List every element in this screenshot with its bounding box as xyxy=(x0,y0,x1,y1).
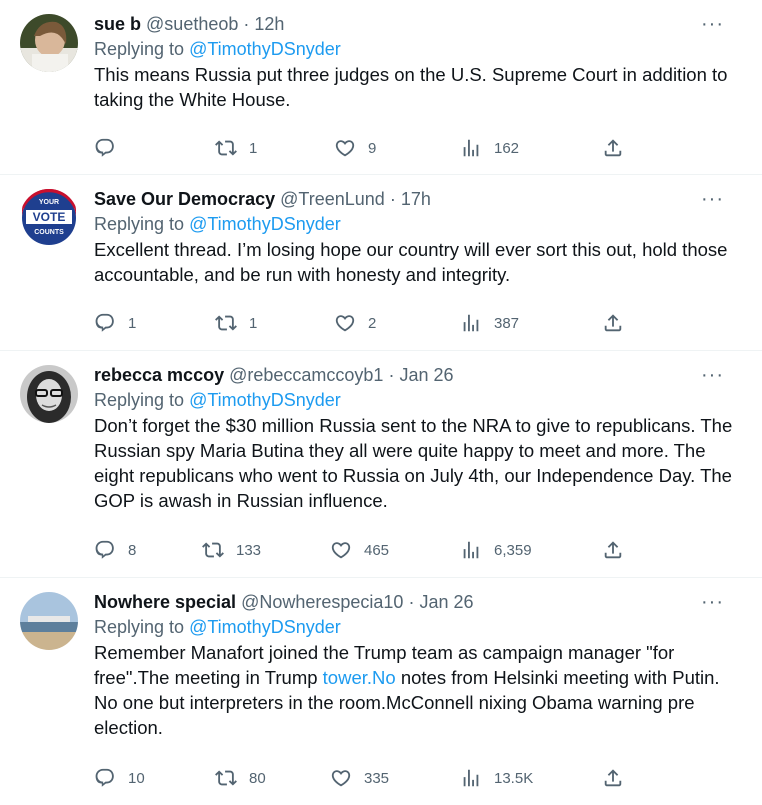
avatar-text-bottom: COUNTS xyxy=(34,229,64,236)
share-icon xyxy=(602,539,624,561)
reply-button[interactable]: 8 xyxy=(94,538,136,562)
avatar[interactable] xyxy=(20,14,78,72)
retweet-icon xyxy=(215,767,237,789)
reply-icon xyxy=(94,137,116,159)
avatar[interactable] xyxy=(20,592,78,650)
avatar-text-top: YOUR xyxy=(39,199,59,206)
heart-icon xyxy=(330,767,352,789)
replying-to-link[interactable]: @TimothyDSnyder xyxy=(189,617,341,637)
views-button[interactable]: 13.5K xyxy=(460,766,533,790)
replying-to-link[interactable]: @TimothyDSnyder xyxy=(189,390,341,410)
views-chart-icon xyxy=(460,539,482,561)
view-count: 387 xyxy=(494,314,520,332)
tweet[interactable]: ··· rebecca mccoy @rebeccamccoyb1 · Jan … xyxy=(0,351,762,578)
tweet[interactable]: YOUR VOTE COUNTS ··· Save Our Democracy … xyxy=(0,175,762,351)
avatar[interactable]: YOUR VOTE COUNTS xyxy=(20,189,78,247)
separator-dot: · xyxy=(243,14,250,34)
timestamp[interactable]: 17h xyxy=(401,189,431,209)
user-handle[interactable]: @TreenLund xyxy=(280,189,385,209)
retweet-button[interactable]: 80 xyxy=(215,766,266,790)
action-bar: 1 1 2 387 xyxy=(94,311,634,335)
tweet-text: Remember Manafort joined the Trump team … xyxy=(94,640,742,740)
retweet-icon xyxy=(215,137,237,159)
retweet-icon xyxy=(215,312,237,334)
replying-to-label: Replying to xyxy=(94,617,185,637)
like-button[interactable]: 9 xyxy=(334,136,376,160)
views-button[interactable]: 6,359 xyxy=(460,538,532,562)
display-name[interactable]: sue b xyxy=(94,14,141,34)
heart-icon xyxy=(334,137,356,159)
like-button[interactable]: 465 xyxy=(330,538,389,562)
tweet-text: Don’t forget the $30 million Russia sent… xyxy=(94,415,733,511)
like-button[interactable]: 335 xyxy=(330,766,389,790)
timestamp[interactable]: 12h xyxy=(254,14,284,34)
share-icon xyxy=(602,767,624,789)
retweet-button[interactable]: 1 xyxy=(215,136,257,160)
replying-to-link[interactable]: @TimothyDSnyder xyxy=(189,214,341,234)
tweet[interactable]: ··· sue b @suetheob · 12h Replying to @T… xyxy=(0,0,762,175)
avatar-text-mid: VOTE xyxy=(33,210,66,224)
replying-to-label: Replying to xyxy=(94,390,185,410)
replying-to-link[interactable]: @TimothyDSnyder xyxy=(189,39,341,59)
reply-icon xyxy=(94,312,116,334)
user-handle[interactable]: @suetheob xyxy=(146,14,238,34)
reply-count: 10 xyxy=(128,769,145,787)
reply-button[interactable]: 10 xyxy=(94,766,145,790)
retweet-icon xyxy=(202,539,224,561)
tweet-text: This means Russia put three judges on th… xyxy=(94,64,728,110)
like-count: 2 xyxy=(368,314,377,332)
separator-dot: · xyxy=(389,189,396,209)
retweet-count: 1 xyxy=(249,139,258,157)
view-count: 6,359 xyxy=(494,541,532,559)
timestamp[interactable]: Jan 26 xyxy=(419,592,473,612)
retweet-count: 80 xyxy=(249,769,266,787)
reply-icon xyxy=(94,767,116,789)
share-button[interactable] xyxy=(602,538,624,562)
action-bar: 10 80 335 13.5K xyxy=(94,766,634,790)
replying-to-label: Replying to xyxy=(94,39,185,59)
views-button[interactable]: 387 xyxy=(460,311,519,335)
reply-button[interactable] xyxy=(94,136,128,160)
tweet-text: Excellent thread. I’m losing hope our co… xyxy=(94,239,728,285)
heart-icon xyxy=(330,539,352,561)
like-count: 9 xyxy=(368,139,377,157)
view-count: 162 xyxy=(494,139,520,157)
timestamp[interactable]: Jan 26 xyxy=(399,365,453,385)
share-button[interactable] xyxy=(602,766,624,790)
user-handle[interactable]: @Nowherespecia10 xyxy=(241,592,403,612)
action-bar: 8 133 465 6,359 xyxy=(94,538,634,562)
share-button[interactable] xyxy=(602,311,624,335)
view-count: 13.5K xyxy=(494,769,534,787)
share-icon xyxy=(602,137,624,159)
heart-icon xyxy=(334,312,356,334)
display-name[interactable]: Save Our Democracy xyxy=(94,189,275,209)
like-count: 465 xyxy=(364,541,390,559)
reply-button[interactable]: 1 xyxy=(94,311,136,335)
views-chart-icon xyxy=(460,312,482,334)
retweet-button[interactable]: 1 xyxy=(215,311,257,335)
inline-link[interactable]: tower.No xyxy=(323,667,396,688)
action-bar: 1 9 162 xyxy=(94,136,634,160)
display-name[interactable]: rebecca mccoy xyxy=(94,365,224,385)
like-count: 335 xyxy=(364,769,390,787)
like-button[interactable]: 2 xyxy=(334,311,376,335)
share-button[interactable] xyxy=(602,136,624,160)
reply-count: 8 xyxy=(128,541,137,559)
user-handle[interactable]: @rebeccamccoyb1 xyxy=(229,365,383,385)
views-chart-icon xyxy=(460,137,482,159)
replying-to-label: Replying to xyxy=(94,214,185,234)
reply-count: 1 xyxy=(128,314,137,332)
retweet-count: 1 xyxy=(249,314,258,332)
separator-dot: · xyxy=(388,365,395,385)
retweet-count: 133 xyxy=(236,541,262,559)
avatar[interactable] xyxy=(20,365,78,423)
reply-icon xyxy=(94,539,116,561)
retweet-button[interactable]: 133 xyxy=(202,538,261,562)
display-name[interactable]: Nowhere special xyxy=(94,592,236,612)
share-icon xyxy=(602,312,624,334)
separator-dot: · xyxy=(408,592,415,612)
views-chart-icon xyxy=(460,767,482,789)
tweet[interactable]: ··· Nowhere special @Nowherespecia10 · J… xyxy=(0,578,762,805)
views-button[interactable]: 162 xyxy=(460,136,519,160)
